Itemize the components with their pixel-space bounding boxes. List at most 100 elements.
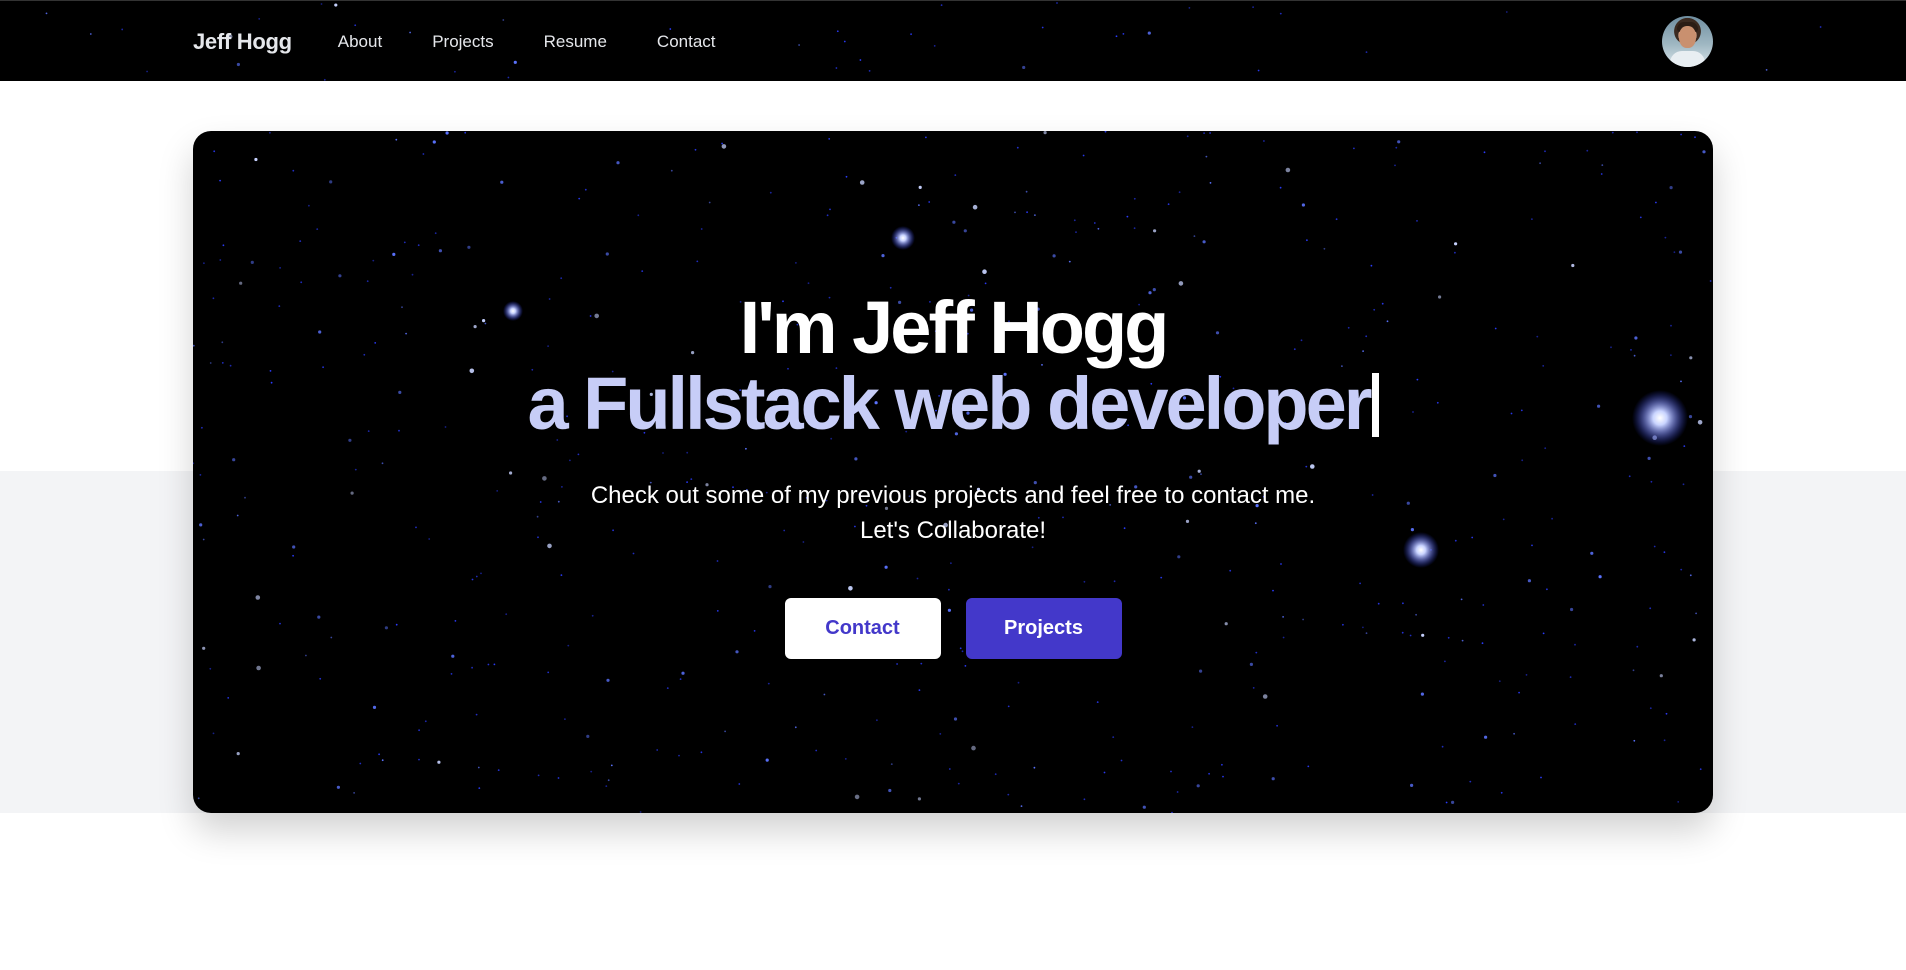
star	[487, 663, 490, 666]
nav-link-resume[interactable]: Resume	[544, 32, 607, 52]
star	[1574, 723, 1577, 725]
hero-section: I'm Jeff Hogg a Fullstack web developer …	[193, 131, 1713, 813]
hero-buttons: Contact Projects	[193, 598, 1713, 659]
star	[1664, 236, 1667, 239]
star	[708, 201, 711, 204]
star	[1196, 784, 1200, 788]
hero-headline: I'm Jeff Hogg	[739, 286, 1170, 369]
hero-content: I'm Jeff Hogg a Fullstack web developer …	[193, 291, 1713, 659]
star	[378, 753, 380, 756]
star	[845, 175, 848, 178]
star	[1203, 132, 1205, 134]
star	[1600, 173, 1603, 175]
top-navbar: Jeff Hogg About Projects Resume Contact	[0, 0, 1906, 81]
star	[1518, 691, 1520, 694]
star	[1353, 147, 1355, 150]
star	[464, 131, 467, 134]
star	[1052, 254, 1056, 258]
star	[605, 252, 609, 256]
star	[45, 12, 48, 15]
nav-link-projects[interactable]: Projects	[432, 32, 493, 52]
star	[881, 254, 885, 258]
star	[939, 733, 942, 735]
star	[1469, 780, 1472, 783]
projects-button[interactable]: Projects	[965, 598, 1122, 659]
avatar[interactable]	[1662, 16, 1713, 67]
star	[89, 33, 92, 35]
star	[1276, 724, 1278, 727]
star	[1202, 240, 1206, 244]
star	[445, 131, 449, 135]
star	[239, 281, 243, 285]
nav-link-about[interactable]: About	[338, 32, 382, 52]
star	[381, 759, 384, 762]
star	[1451, 800, 1455, 805]
star	[957, 782, 960, 785]
star	[1205, 155, 1208, 158]
star	[1765, 68, 1768, 71]
star	[1498, 680, 1501, 683]
star	[219, 179, 221, 182]
star	[1301, 203, 1305, 207]
star	[422, 153, 425, 155]
typed-role-text: a Fullstack web developer	[527, 362, 1372, 445]
star	[1677, 801, 1680, 803]
avatar-shirt	[1670, 51, 1705, 67]
star	[1221, 763, 1223, 766]
star	[478, 787, 481, 789]
star	[564, 718, 566, 720]
star	[1167, 203, 1170, 206]
star	[1025, 190, 1028, 193]
star	[952, 220, 956, 224]
star	[438, 249, 442, 253]
star	[292, 169, 295, 172]
star	[222, 244, 225, 247]
star	[316, 228, 319, 230]
star	[1525, 674, 1528, 676]
star	[1420, 692, 1424, 696]
star	[795, 262, 797, 264]
star	[1709, 280, 1712, 282]
star	[403, 241, 406, 244]
star	[1678, 250, 1683, 254]
star	[279, 267, 281, 269]
star	[1639, 216, 1642, 219]
star	[537, 774, 540, 777]
star	[859, 180, 865, 185]
star	[1702, 150, 1706, 154]
star	[329, 180, 333, 184]
star	[694, 148, 697, 151]
star	[1096, 701, 1099, 703]
star	[1171, 811, 1173, 813]
star	[1186, 135, 1189, 138]
star	[1026, 211, 1028, 214]
star	[1484, 735, 1488, 739]
star	[212, 732, 215, 735]
star	[432, 140, 436, 144]
star	[1323, 247, 1326, 250]
star	[1649, 707, 1652, 710]
star	[1043, 131, 1047, 135]
star	[972, 204, 978, 210]
nav-link-contact[interactable]: Contact	[657, 32, 716, 52]
contact-button[interactable]: Contact	[784, 598, 941, 659]
star	[1663, 739, 1666, 742]
bright-star	[891, 226, 915, 250]
brand-link[interactable]: Jeff Hogg	[193, 29, 292, 55]
star	[1397, 140, 1401, 144]
star	[610, 764, 613, 767]
star	[500, 180, 504, 184]
star	[1665, 712, 1668, 715]
star	[721, 142, 723, 145]
navbar-inner: Jeff Hogg About Projects Resume Contact	[193, 1, 1713, 81]
star	[1454, 251, 1456, 254]
star	[1571, 263, 1575, 268]
star	[982, 269, 987, 274]
star	[437, 760, 441, 764]
star	[890, 763, 893, 765]
star	[1068, 260, 1071, 263]
star	[700, 228, 703, 230]
star	[1142, 805, 1146, 809]
star	[918, 185, 922, 189]
star	[765, 758, 769, 762]
